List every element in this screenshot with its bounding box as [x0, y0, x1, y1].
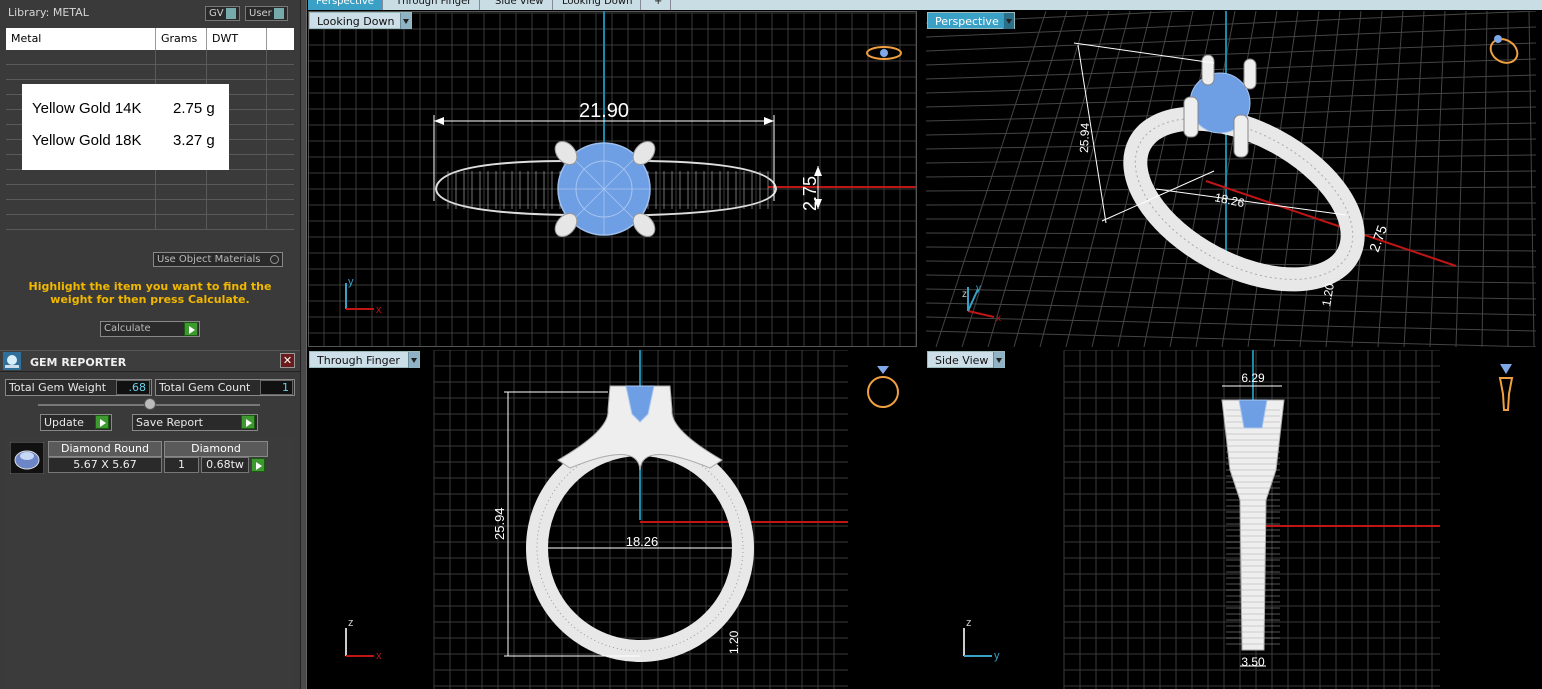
dim-width-label: 21.90	[579, 100, 629, 122]
through-finger-canvas: 25.94 18.26 1.20 zx	[345, 350, 899, 689]
view-dropdown-through-finger[interactable]: Through Finger	[309, 351, 420, 368]
perspective-canvas: 25.94 18.26 2.75 1.20 zyx	[926, 11, 1537, 347]
dim-height-label: 2.75	[800, 176, 820, 211]
use-object-materials-checkbox[interactable]: Use Object Materials	[153, 252, 283, 267]
metal-table-header: Metal Grams DWT	[6, 28, 294, 50]
gem-play-button[interactable]	[251, 458, 265, 472]
svg-text:y: y	[976, 283, 981, 294]
svg-text:z: z	[962, 289, 967, 300]
library-title: Library: METAL	[8, 6, 89, 19]
svg-text:y: y	[348, 276, 354, 288]
slider-knob[interactable]	[144, 398, 156, 410]
view-dropdown-looking-down[interactable]: Looking Down	[309, 12, 412, 29]
play-icon	[95, 415, 109, 429]
gem-count: 1	[164, 457, 199, 473]
gem-size: 5.67 X 5.67	[48, 457, 162, 473]
metal-table-row[interactable]	[6, 65, 294, 80]
result-row: Yellow Gold 14K	[32, 100, 142, 117]
play-icon	[241, 415, 255, 429]
svg-text:x: x	[996, 313, 1001, 324]
result-row: Yellow Gold 18K	[32, 132, 142, 149]
svg-text:y: y	[994, 650, 1000, 662]
ring-side-thumbnail-icon	[1498, 364, 1514, 411]
axis-gizmo: zx	[345, 617, 382, 662]
instruction-text: Highlight the item you want to find the …	[28, 280, 272, 306]
metal-table-row[interactable]	[6, 170, 294, 185]
gem-weight: 0.68tw	[201, 457, 249, 473]
viewport-through-finger[interactable]: 25.94 18.26 1.20 zx Through Finger	[308, 350, 923, 689]
toggle-icon	[273, 7, 284, 19]
tab-add[interactable]: +	[646, 0, 672, 10]
header-dwt: DWT	[207, 28, 267, 50]
looking-down-canvas: 21.90 2.75 yx	[308, 11, 917, 347]
header-metal: Metal	[6, 28, 156, 50]
chevron-down-icon	[1003, 13, 1014, 29]
chevron-down-icon	[993, 352, 1004, 368]
chevron-down-icon	[408, 352, 419, 368]
ring-thumbnail-icon	[867, 366, 899, 408]
side-view-canvas: 6.29 3.50 zy	[963, 350, 1514, 689]
checkbox-icon	[270, 255, 279, 264]
viewport-side-view[interactable]: 6.29 3.50 zy Side View	[926, 350, 1542, 689]
metal-table-row[interactable]	[6, 50, 294, 65]
close-button[interactable]: ✕	[280, 353, 295, 368]
dim-bottom-label: 1.20	[1319, 282, 1337, 308]
tab-through-finger[interactable]: Through Finger	[388, 0, 481, 10]
result-weight: 2.75 g	[173, 100, 215, 117]
diamond-round-icon	[10, 442, 44, 474]
axis-gizmo: zy	[963, 617, 1000, 662]
dim-inner-label: 18.26	[626, 534, 659, 549]
metal-table-row[interactable]	[6, 200, 294, 215]
left-panel: Library: METAL GV User Metal Grams DWT Y…	[0, 0, 300, 689]
weight-results-popup: Yellow Gold 14K 2.75 g Yellow Gold 18K 3…	[22, 84, 229, 170]
user-toggle[interactable]: User	[245, 6, 288, 21]
update-button[interactable]: Update	[40, 414, 112, 431]
svg-text:z: z	[348, 617, 354, 629]
view-dropdown-side-view[interactable]: Side View	[927, 351, 1005, 368]
dim-bottom-label: 3.50	[1241, 655, 1265, 669]
gv-toggle[interactable]: GV	[205, 6, 240, 21]
tab-side-view[interactable]: Side View	[487, 0, 553, 10]
panel-splitter[interactable]	[300, 0, 307, 689]
view-dropdown-perspective[interactable]: Perspective	[927, 12, 1015, 29]
chevron-down-icon	[400, 13, 411, 29]
total-gem-count-value: 1	[260, 380, 293, 395]
toggle-icon	[225, 7, 236, 19]
calculate-button[interactable]: Calculate	[100, 321, 200, 337]
gem-material: Diamond	[164, 441, 268, 457]
header-grams: Grams	[156, 28, 207, 50]
gem-list: Diamond Round Diamond 5.67 X 5.67 1 0.68…	[6, 436, 294, 689]
dim-height-label: 25.94	[1077, 122, 1092, 153]
tab-perspective[interactable]: Perspective	[308, 0, 383, 10]
ring-thumbnail-icon	[1489, 35, 1519, 64]
svg-text:x: x	[376, 304, 382, 316]
tab-looking-down[interactable]: Looking Down	[554, 0, 642, 10]
gem-reporter-icon	[3, 352, 21, 370]
dim-top-label: 6.29	[1241, 371, 1265, 385]
gem-reporter-title: GEM REPORTER	[30, 356, 127, 369]
play-icon	[184, 322, 198, 336]
viewport-looking-down[interactable]: 21.90 2.75 yx Looking Down	[308, 11, 923, 347]
save-report-button[interactable]: Save Report	[132, 414, 258, 431]
view-tab-strip: Perspective Through Finger Side View Loo…	[308, 0, 1542, 10]
result-weight: 3.27 g	[173, 132, 215, 149]
viewport-perspective[interactable]: 25.94 18.26 2.75 1.20 zyx Perspective	[926, 11, 1542, 347]
svg-text:x: x	[376, 650, 382, 662]
metal-table-row[interactable]	[6, 185, 294, 200]
total-gem-weight-value: .68	[116, 380, 150, 395]
dim-bottom-label: 1.20	[727, 630, 741, 654]
metal-table-row[interactable]	[6, 215, 294, 230]
axis-gizmo: yx	[345, 276, 382, 316]
svg-text:z: z	[966, 617, 972, 629]
dim-height-label: 25.94	[492, 507, 507, 540]
gem-shape: Diamond Round	[48, 441, 162, 457]
